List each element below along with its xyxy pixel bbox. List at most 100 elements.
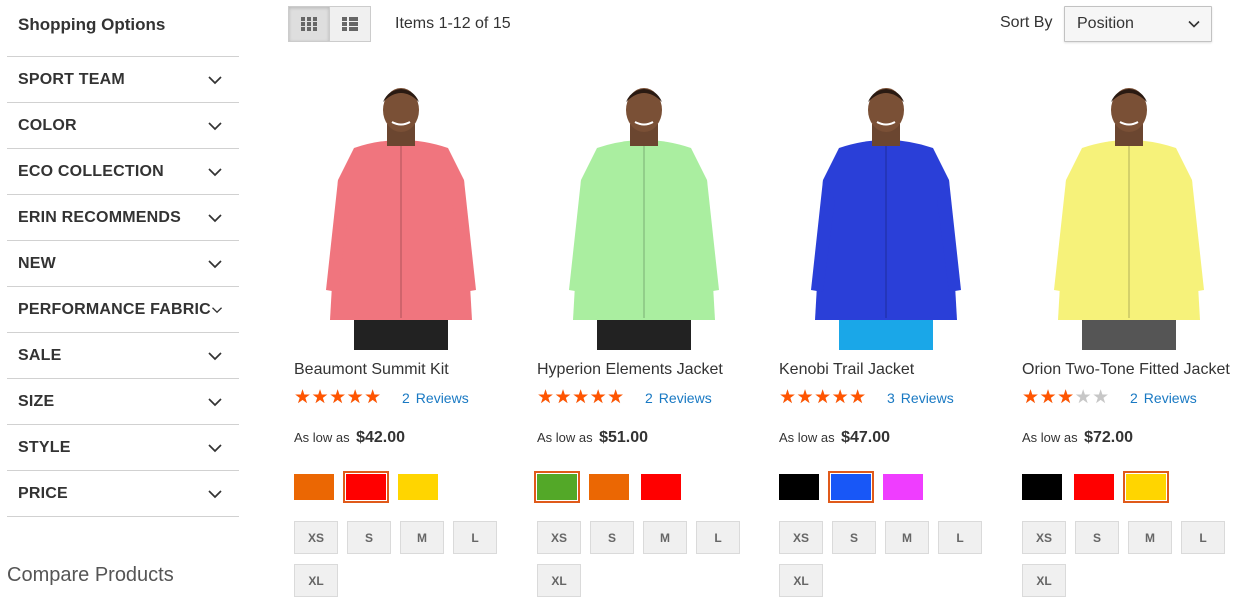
size-swatch-xs[interactable]: XS	[537, 521, 581, 554]
product-card: Orion Two-Tone Fitted Jacket ★★★★★★★★★★ 2R…	[1022, 80, 1235, 597]
color-swatch[interactable]	[534, 471, 580, 503]
filter-new[interactable]: NEW	[7, 241, 239, 287]
color-swatch[interactable]	[883, 474, 923, 500]
rating-stars: ★★★★★★★★★★	[1022, 387, 1110, 408]
filter-color[interactable]: COLOR	[7, 103, 239, 149]
filter-erin-recommends[interactable]: ERIN RECOMMENDS	[7, 195, 239, 241]
filter-label: ECO COLLECTION	[18, 162, 164, 180]
product-card: Hyperion Elements Jacket ★★★★★ ★★★★★ 2 Revie…	[534, 80, 751, 597]
price: $72.00	[1084, 429, 1134, 446]
filter-performance-fabric[interactable]: PERFORMANCE FABRIC	[7, 287, 239, 333]
filter-label: PERFORMANCE FABRIC	[18, 300, 211, 318]
filter-label: ERIN RECOMMENDS	[18, 208, 182, 226]
compare-products-title: Compare Products	[7, 564, 174, 586]
product-name-link[interactable]: Orion Two-Tone Fitted Jacket	[1022, 361, 1230, 379]
price-box: As low as $72.00	[1022, 429, 1133, 447]
product-image[interactable]	[537, 80, 751, 350]
size-swatch-xl[interactable]: XL	[294, 564, 338, 597]
color-swatches	[294, 471, 450, 503]
size-swatch-l[interactable]: L	[1181, 521, 1225, 554]
chevron-down-icon	[208, 121, 222, 130]
price-label: As low as	[294, 430, 350, 445]
chevron-down-icon	[208, 351, 222, 360]
sort-by-label: Sort By	[1000, 14, 1053, 31]
reviews-link[interactable]: 2 Reviews	[1130, 390, 1197, 406]
chevron-down-icon	[208, 443, 222, 452]
price-box: As low as $51.00	[537, 429, 648, 447]
review-count: 3	[887, 390, 895, 406]
reviews-link[interactable]: 2 Reviews	[402, 390, 469, 406]
product-rating: ★★★★★★★★★★ 2 Reviews	[1022, 387, 1197, 408]
color-swatch[interactable]	[589, 474, 629, 500]
size-swatches: XS S M L XL	[294, 521, 524, 600]
product-image[interactable]	[294, 80, 508, 350]
size-swatch-l[interactable]: L	[453, 521, 497, 554]
size-swatch-s[interactable]: S	[347, 521, 391, 554]
sort-by-select[interactable]: Position	[1064, 6, 1212, 42]
reviews-link[interactable]: 2 Reviews	[645, 390, 712, 406]
filter-price[interactable]: PRICE	[7, 471, 239, 517]
color-swatch[interactable]	[779, 474, 819, 500]
size-swatch-s[interactable]: S	[832, 521, 876, 554]
product-name-link[interactable]: Kenobi Trail Jacket	[779, 361, 914, 379]
size-swatch-xl[interactable]: XL	[1022, 564, 1066, 597]
color-swatches	[534, 471, 693, 503]
product-photo	[326, 88, 476, 350]
size-swatch-m[interactable]: M	[400, 521, 444, 554]
price-box: As low as $47.00	[779, 429, 890, 447]
toolbar-amount: Items 1-12 of 15	[395, 15, 511, 32]
size-swatch-s[interactable]: S	[590, 521, 634, 554]
size-swatch-xs[interactable]: XS	[294, 521, 338, 554]
filter-style[interactable]: STYLE	[7, 425, 239, 471]
filter-sale[interactable]: SALE	[7, 333, 239, 379]
color-swatch[interactable]	[1074, 474, 1114, 500]
product-photo	[1054, 88, 1204, 350]
size-swatch-l[interactable]: L	[938, 521, 982, 554]
rating-stars: ★★★★★★★★★★	[779, 387, 867, 408]
rating-stars: ★★★★★★★★★★	[294, 387, 382, 408]
size-swatch-xs[interactable]: XS	[1022, 521, 1066, 554]
color-swatches	[1022, 471, 1178, 503]
size-swatch-xl[interactable]: XL	[537, 564, 581, 597]
chevron-down-icon	[208, 489, 222, 498]
size-swatch-xs[interactable]: XS	[779, 521, 823, 554]
product-photo	[569, 88, 719, 350]
product-image[interactable]	[779, 80, 993, 350]
color-swatch[interactable]	[641, 474, 681, 500]
product-image[interactable]	[1022, 80, 1235, 350]
filter-sport-team[interactable]: SPORT TEAM	[7, 57, 239, 103]
size-swatch-m[interactable]: M	[1128, 521, 1172, 554]
sort-by-value: Position	[1077, 15, 1134, 32]
product-photo	[811, 88, 961, 350]
filter-eco-collection[interactable]: ECO COLLECTION	[7, 149, 239, 195]
color-swatch[interactable]	[294, 474, 334, 500]
size-swatch-s[interactable]: S	[1075, 521, 1119, 554]
product-rating: ★★★★★★★★★★ 2 Reviews	[294, 387, 469, 408]
price-label: As low as	[779, 430, 835, 445]
filter-list: SPORT TEAM COLOR ECO COLLECTION ERIN RECOMM…	[7, 56, 239, 517]
size-swatch-m[interactable]: M	[643, 521, 687, 554]
filter-label: COLOR	[18, 116, 77, 134]
size-swatch-m[interactable]: M	[885, 521, 929, 554]
size-swatch-l[interactable]: L	[696, 521, 740, 554]
chevron-down-icon	[208, 397, 222, 406]
size-swatch-xl[interactable]: XL	[779, 564, 823, 597]
reviews-link[interactable]: 3 Reviews	[887, 390, 954, 406]
color-swatch[interactable]	[1022, 474, 1062, 500]
view-mode-switcher	[288, 6, 371, 42]
list-icon	[342, 17, 358, 31]
list-view-button[interactable]	[329, 6, 371, 42]
rating-stars: ★★★★★★★★★★	[537, 387, 625, 408]
color-swatch[interactable]	[398, 474, 438, 500]
color-swatch[interactable]	[1123, 471, 1169, 503]
color-swatch[interactable]	[828, 471, 874, 503]
grid-view-button[interactable]	[288, 6, 330, 42]
product-name-link[interactable]: Beaumont Summit Kit	[294, 361, 449, 379]
filter-label: SPORT TEAM	[18, 70, 125, 88]
product-name-link[interactable]: Hyperion Elements Jacket	[537, 361, 723, 379]
size-swatches: XS S M L XL	[779, 521, 1009, 600]
product-rating: ★★★★★★★★★★ 2 Reviews	[537, 387, 712, 408]
filter-size[interactable]: SIZE	[7, 379, 239, 425]
review-label: Reviews	[415, 390, 469, 406]
color-swatch[interactable]	[343, 471, 389, 503]
